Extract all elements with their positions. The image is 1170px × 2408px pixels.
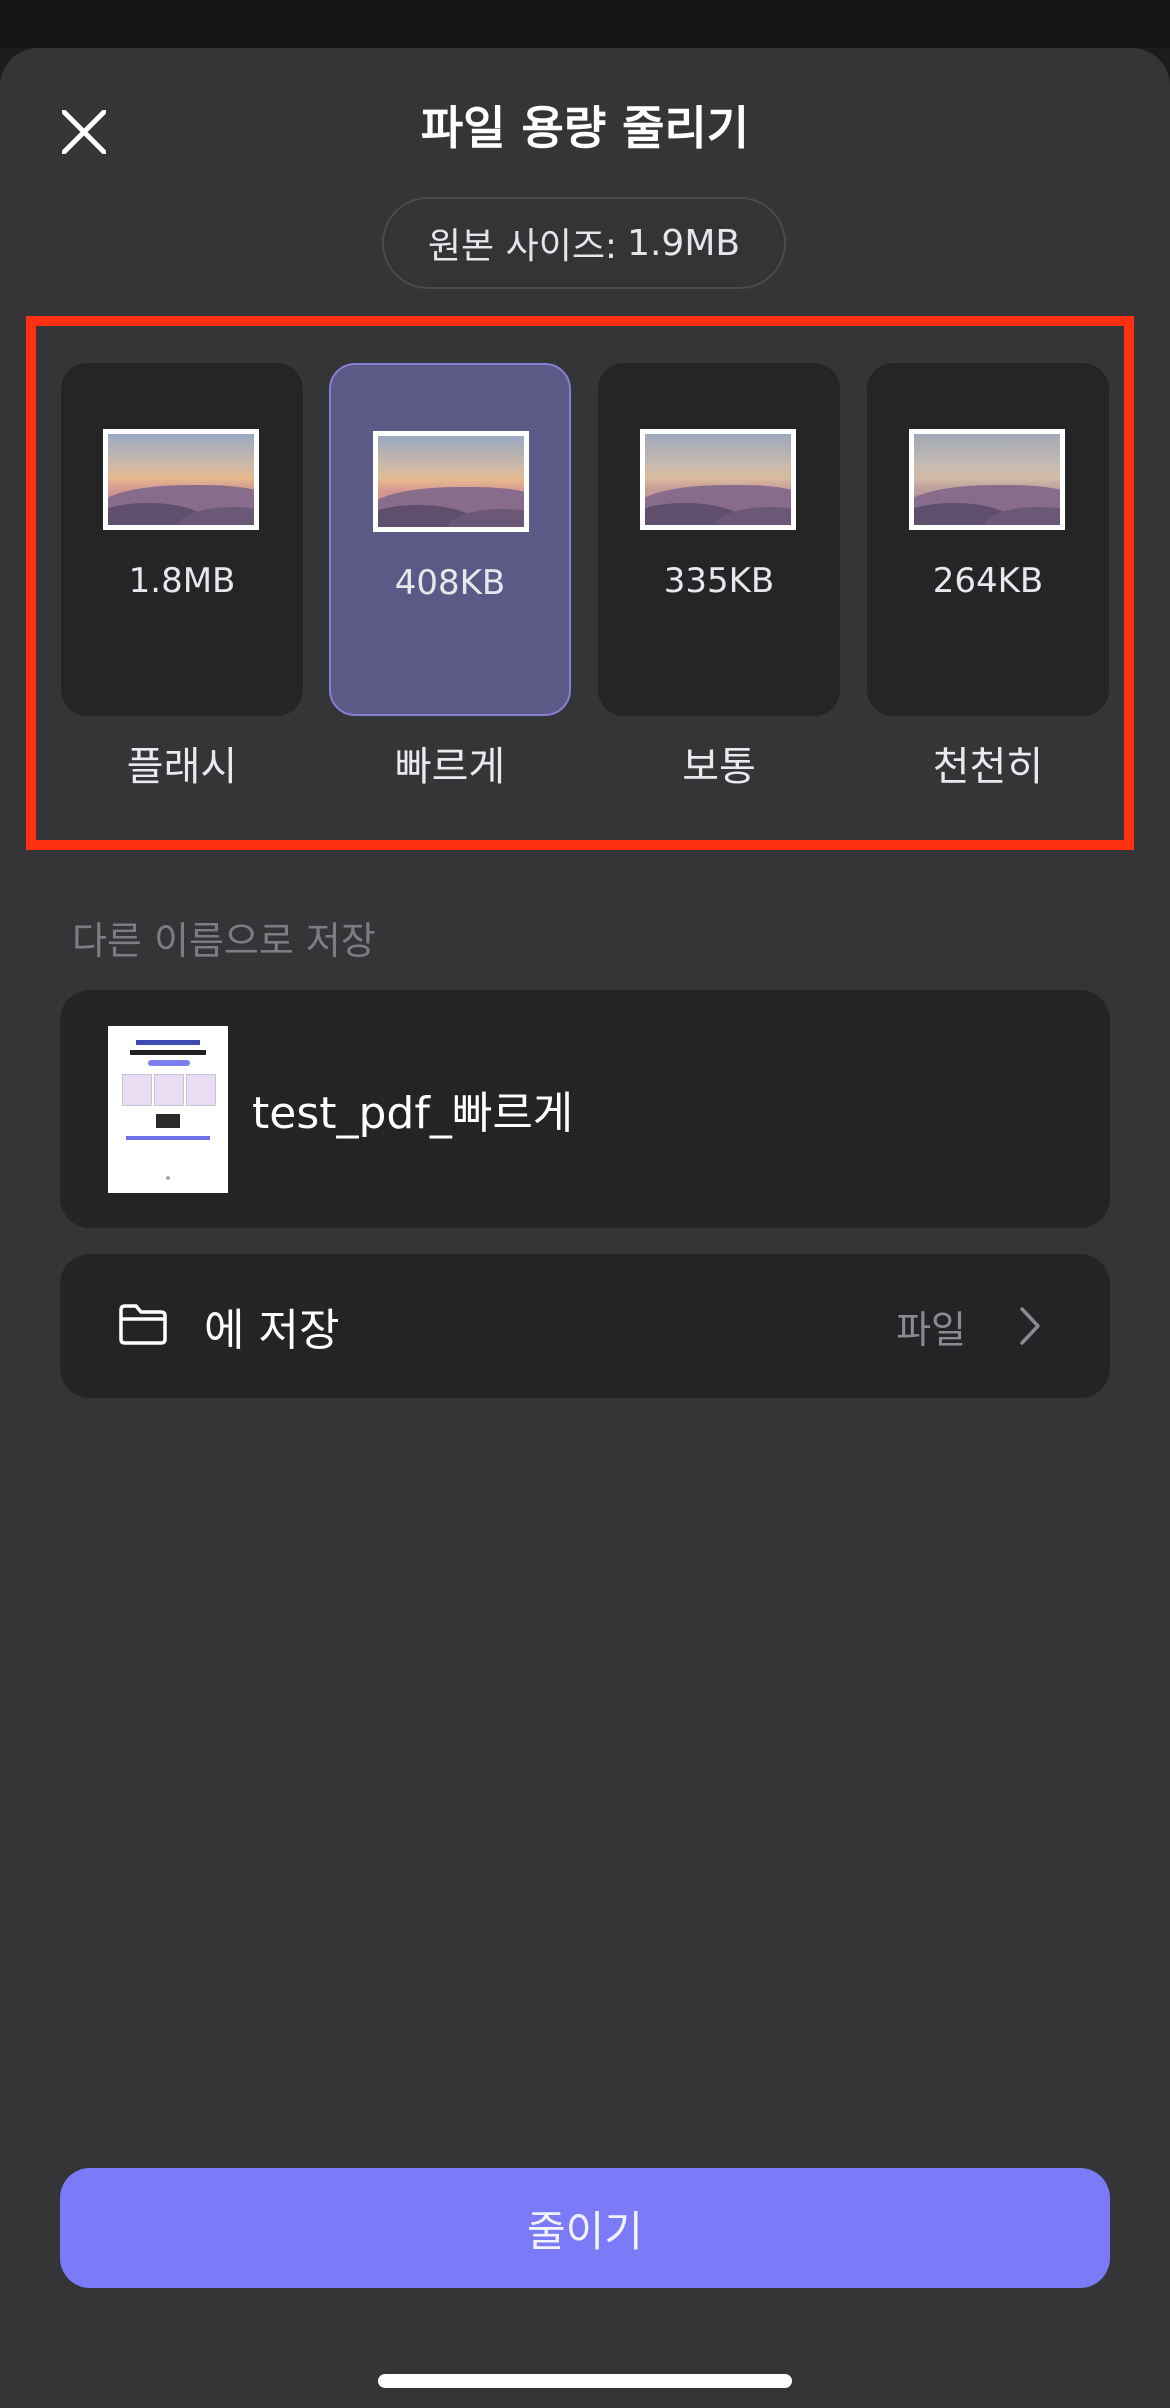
- option-label[interactable]: 플래시: [61, 734, 303, 792]
- save-destination-value: 파일: [896, 1307, 966, 1352]
- option-slow[interactable]: 264KB: [867, 363, 1109, 716]
- folder-icon: [119, 1304, 167, 1345]
- option-label[interactable]: 보통: [598, 734, 840, 792]
- preview-image: [373, 431, 529, 532]
- save-location-label: 에 저장: [204, 1305, 340, 1356]
- chevron-right-icon: [1020, 1307, 1040, 1345]
- option-size: 335KB: [663, 561, 775, 601]
- original-size-badge: 원본 사이즈: 1.9MB: [382, 197, 786, 289]
- option-fast[interactable]: 408KB: [329, 363, 571, 716]
- preview-image: [103, 429, 259, 530]
- option-size: 1.8MB: [128, 561, 236, 601]
- option-flash[interactable]: 1.8MB: [61, 363, 303, 716]
- option-size: 408KB: [394, 563, 506, 603]
- document-thumbnail: [108, 1026, 228, 1193]
- file-name-card[interactable]: test_pdf_빠르게: [60, 990, 1110, 1228]
- original-size-label: 원본 사이즈:: [427, 226, 618, 267]
- save-location-row[interactable]: 에 저장 파일: [60, 1254, 1110, 1398]
- save-as-section-label: 다른 이름으로 저장: [72, 919, 376, 963]
- file-name-field[interactable]: test_pdf_빠르게: [252, 990, 573, 1228]
- original-size-value: 1.9MB: [627, 222, 741, 264]
- option-label[interactable]: 빠르게: [329, 734, 571, 792]
- option-label[interactable]: 천천히: [867, 734, 1109, 792]
- page-title: 파일 용량 줄리기: [420, 101, 750, 155]
- option-normal[interactable]: 335KB: [598, 363, 840, 716]
- option-size: 264KB: [932, 561, 1044, 601]
- reduce-button[interactable]: 줄이기: [60, 2168, 1110, 2288]
- preview-image: [640, 429, 796, 530]
- home-indicator[interactable]: [378, 2374, 792, 2388]
- preview-image: [909, 429, 1065, 530]
- background-app: [0, 0, 1170, 48]
